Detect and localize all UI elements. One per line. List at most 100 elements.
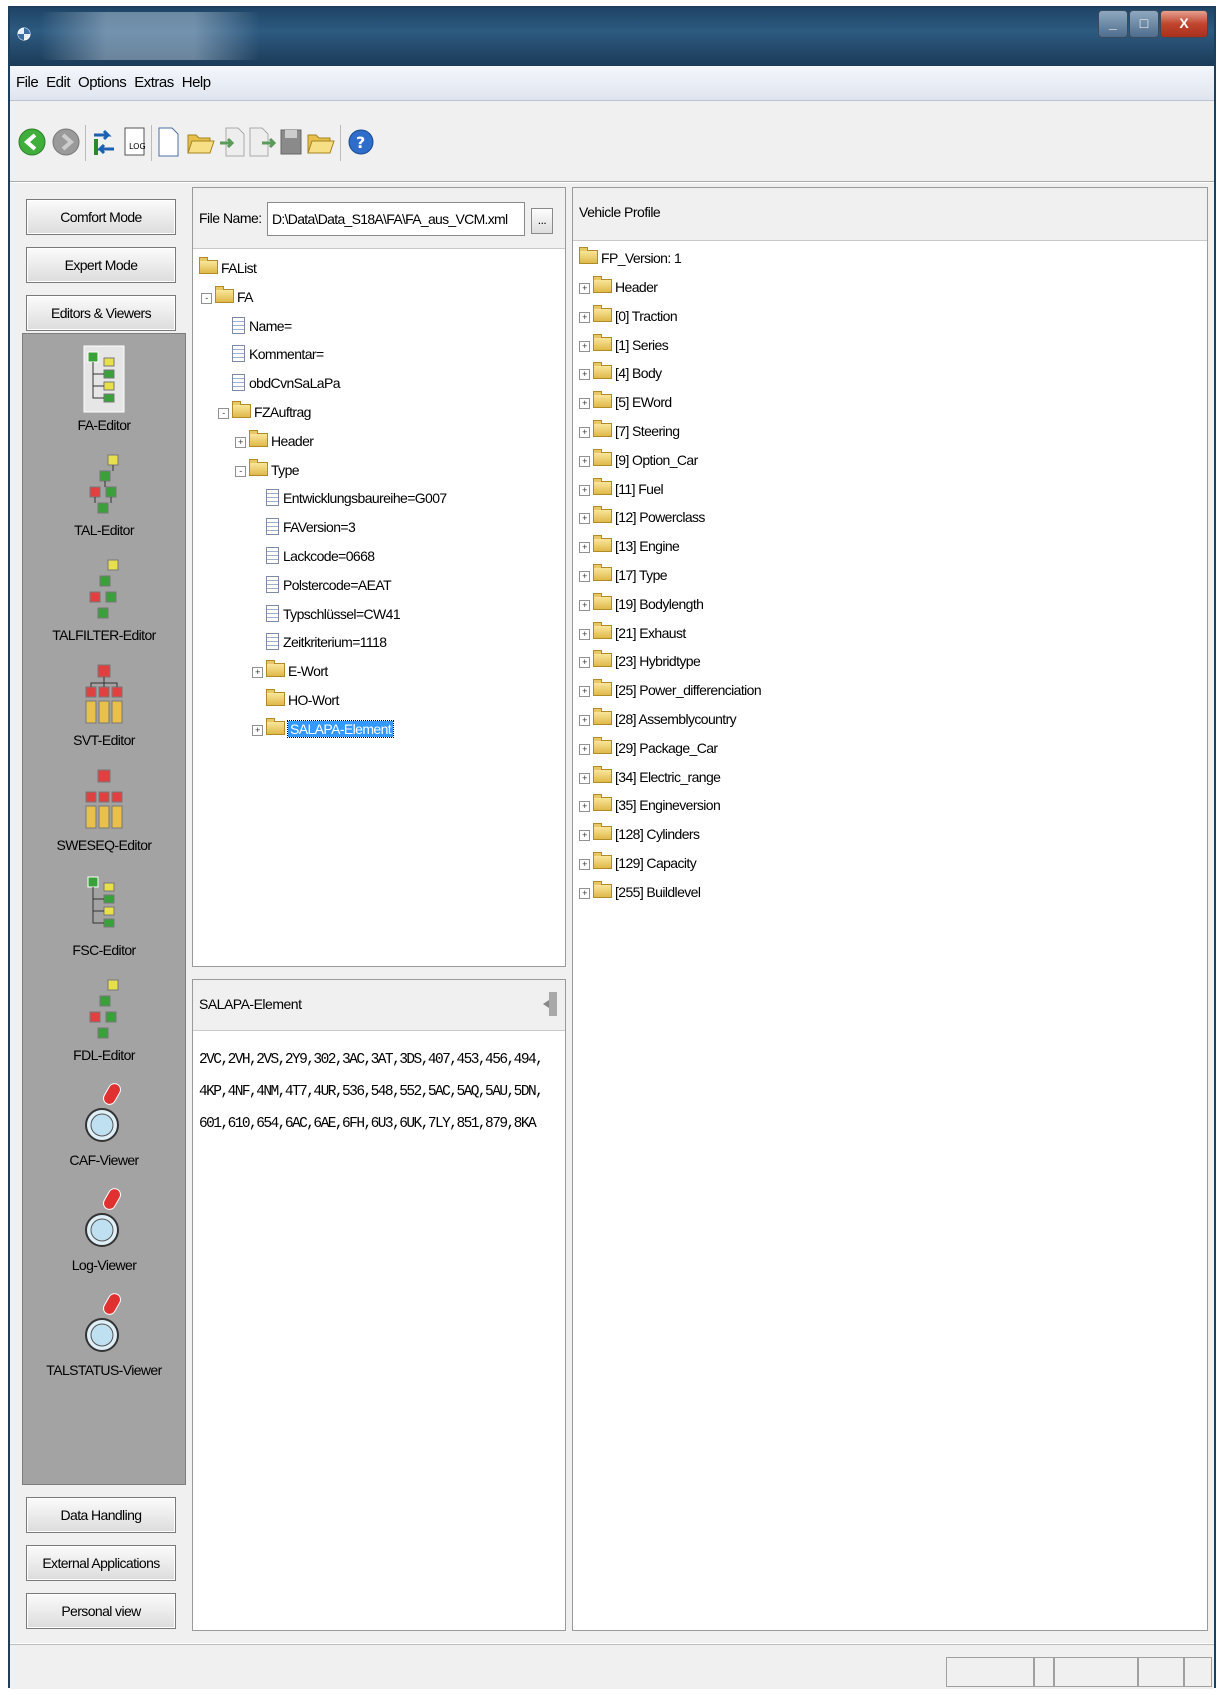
- fdl-editor-tool[interactable]: FDL-Editor: [23, 974, 185, 1063]
- expand-icon[interactable]: +: [579, 311, 590, 323]
- vp-tree-node[interactable]: + [29] Package_Car: [579, 736, 718, 760]
- data-handling-button[interactable]: Data Handling: [26, 1497, 176, 1533]
- expand-icon[interactable]: +: [579, 340, 590, 352]
- fa-tree-node[interactable]: + E-Wort: [252, 659, 328, 683]
- transfer-icon[interactable]: [90, 125, 118, 159]
- help-icon[interactable]: ?: [346, 125, 376, 159]
- vp-tree-node[interactable]: + [129] Capacity: [579, 851, 697, 875]
- vp-tree-node[interactable]: + [13] Engine: [579, 534, 680, 558]
- fa-tree-node[interactable]: Kommentar=: [218, 342, 324, 366]
- vp-tree-node[interactable]: + [1] Series: [579, 333, 669, 357]
- vp-tree-node[interactable]: + [17] Type: [579, 563, 668, 587]
- vp-tree-node[interactable]: + [12] Powerclass: [579, 505, 705, 529]
- fa-tree-node[interactable]: Zeitkriterium=1118: [252, 630, 387, 654]
- vp-root-node[interactable]: FP_Version: 1: [565, 246, 682, 270]
- fa-tree-node[interactable]: obdCvnSaLaPa: [218, 371, 340, 395]
- vp-tree-node[interactable]: + [4] Body: [579, 361, 662, 385]
- caf-viewer-tool[interactable]: CAF-Viewer: [23, 1079, 185, 1168]
- expand-icon[interactable]: +: [579, 830, 590, 842]
- fa-tree-node[interactable]: - FA: [201, 285, 254, 309]
- vp-tree-node[interactable]: + [19] Bodylength: [579, 592, 704, 616]
- talfilter-editor-tool[interactable]: TALFILTER-Editor: [23, 554, 185, 643]
- minimize-button[interactable]: _: [1098, 10, 1128, 38]
- fa-tree-node[interactable]: - Type: [235, 458, 300, 482]
- expand-icon[interactable]: +: [579, 283, 590, 294]
- editors-viewers-button[interactable]: Editors & Viewers: [26, 295, 176, 331]
- fsc-editor-tool[interactable]: FSC-Editor: [23, 869, 185, 958]
- fa-tree-node[interactable]: Entwicklungsbaureihe=G007: [252, 486, 447, 510]
- export-icon[interactable]: [248, 125, 276, 159]
- title-bar[interactable]: _ □ X: [10, 8, 1214, 66]
- expand-icon[interactable]: +: [579, 715, 590, 726]
- expand-icon[interactable]: +: [579, 542, 590, 554]
- menu-extras[interactable]: Extras: [130, 66, 178, 100]
- expert-mode-button[interactable]: Expert Mode: [26, 247, 176, 283]
- fa-tree-node[interactable]: Typschlüssel=CW41: [252, 602, 401, 626]
- vp-tree-node[interactable]: + [25] Power_differenciation: [579, 678, 762, 702]
- talstatus-viewer-tool[interactable]: TALSTATUS-Viewer: [23, 1289, 185, 1378]
- fa-tree-node[interactable]: - FZAuftrag: [218, 400, 311, 424]
- expand-icon[interactable]: +: [579, 599, 590, 611]
- fa-tree-node[interactable]: Name=: [218, 314, 292, 338]
- expand-icon[interactable]: +: [235, 436, 246, 448]
- fa-tree-node[interactable]: HO-Wort: [252, 688, 339, 712]
- vp-tree-node[interactable]: + [7] Steering: [579, 419, 680, 443]
- expand-icon[interactable]: +: [579, 801, 590, 813]
- vp-tree-node[interactable]: + [34] Electric_range: [579, 765, 721, 789]
- vp-tree-node[interactable]: + [11] Fuel: [579, 477, 664, 501]
- menu-options[interactable]: Options: [74, 66, 130, 100]
- expand-icon[interactable]: +: [252, 667, 263, 679]
- fa-tree-node[interactable]: FAVersion=3: [252, 515, 356, 539]
- close-button[interactable]: X: [1160, 10, 1208, 38]
- vp-tree-node[interactable]: + Header: [579, 275, 658, 299]
- vp-tree-node[interactable]: + [9] Option_Car: [579, 448, 698, 472]
- maximize-button[interactable]: □: [1129, 10, 1159, 38]
- menu-help[interactable]: Help: [178, 66, 215, 100]
- personal-view-button[interactable]: Personal view: [26, 1593, 176, 1629]
- external-applications-button[interactable]: External Applications: [26, 1545, 176, 1581]
- menu-file[interactable]: File: [10, 66, 42, 100]
- forward-icon[interactable]: [50, 125, 82, 159]
- expand-icon[interactable]: +: [579, 686, 590, 698]
- collapse-icon[interactable]: -: [235, 465, 246, 477]
- browse-button[interactable]: ...: [531, 208, 553, 234]
- fa-tree-node[interactable]: + SALAPA-Element: [252, 717, 395, 741]
- tal-editor-tool[interactable]: TAL-Editor: [23, 449, 185, 538]
- back-icon[interactable]: [16, 125, 48, 159]
- menu-edit[interactable]: Edit: [42, 66, 74, 100]
- fa-tree-node[interactable]: FAList: [185, 256, 257, 280]
- svt-editor-tool[interactable]: SVT-Editor: [23, 659, 185, 748]
- sweseq-editor-tool[interactable]: SWESEQ-Editor: [23, 764, 185, 853]
- vp-tree-node[interactable]: + [5] EWord: [579, 390, 672, 414]
- expand-icon[interactable]: +: [579, 772, 590, 784]
- vp-tree-node[interactable]: + [128] Cylinders: [579, 822, 700, 846]
- open-folder-icon[interactable]: [186, 125, 216, 159]
- expand-icon[interactable]: +: [252, 724, 263, 736]
- log-file-icon[interactable]: LOG: [122, 125, 148, 159]
- expand-icon[interactable]: +: [579, 887, 590, 899]
- fa-tree-node[interactable]: Polstercode=AEAT: [252, 573, 392, 597]
- new-file-icon[interactable]: [156, 125, 182, 159]
- fa-tree-node[interactable]: + Header: [235, 429, 314, 453]
- expand-icon[interactable]: +: [579, 513, 590, 525]
- expand-icon[interactable]: +: [579, 398, 590, 410]
- expand-icon[interactable]: +: [579, 455, 590, 467]
- import-icon[interactable]: [218, 125, 246, 159]
- comfort-mode-button[interactable]: Comfort Mode: [26, 199, 176, 235]
- vp-tree-node[interactable]: + [23] Hybridtype: [579, 649, 701, 673]
- open-folder-2-icon[interactable]: [306, 125, 336, 159]
- pin-icon[interactable]: [543, 990, 559, 1018]
- vp-tree-node[interactable]: + [35] Engineversion: [579, 793, 721, 817]
- expand-icon[interactable]: +: [579, 628, 590, 640]
- fa-tree-node[interactable]: Lackcode=0668: [252, 544, 375, 568]
- expand-icon[interactable]: +: [579, 427, 590, 438]
- expand-icon[interactable]: +: [579, 484, 590, 496]
- vp-tree-node[interactable]: + [0] Traction: [579, 304, 678, 328]
- collapse-icon[interactable]: -: [218, 408, 229, 419]
- vp-tree-node[interactable]: + [255] Buildlevel: [579, 880, 701, 904]
- log-viewer-tool[interactable]: Log-Viewer: [23, 1184, 185, 1273]
- expand-icon[interactable]: +: [579, 743, 590, 755]
- save-icon[interactable]: [278, 125, 304, 159]
- file-name-input[interactable]: D:\Data\Data_S18A\FA\FA_aus_VCM.xml: [267, 202, 525, 236]
- collapse-icon[interactable]: -: [201, 292, 212, 304]
